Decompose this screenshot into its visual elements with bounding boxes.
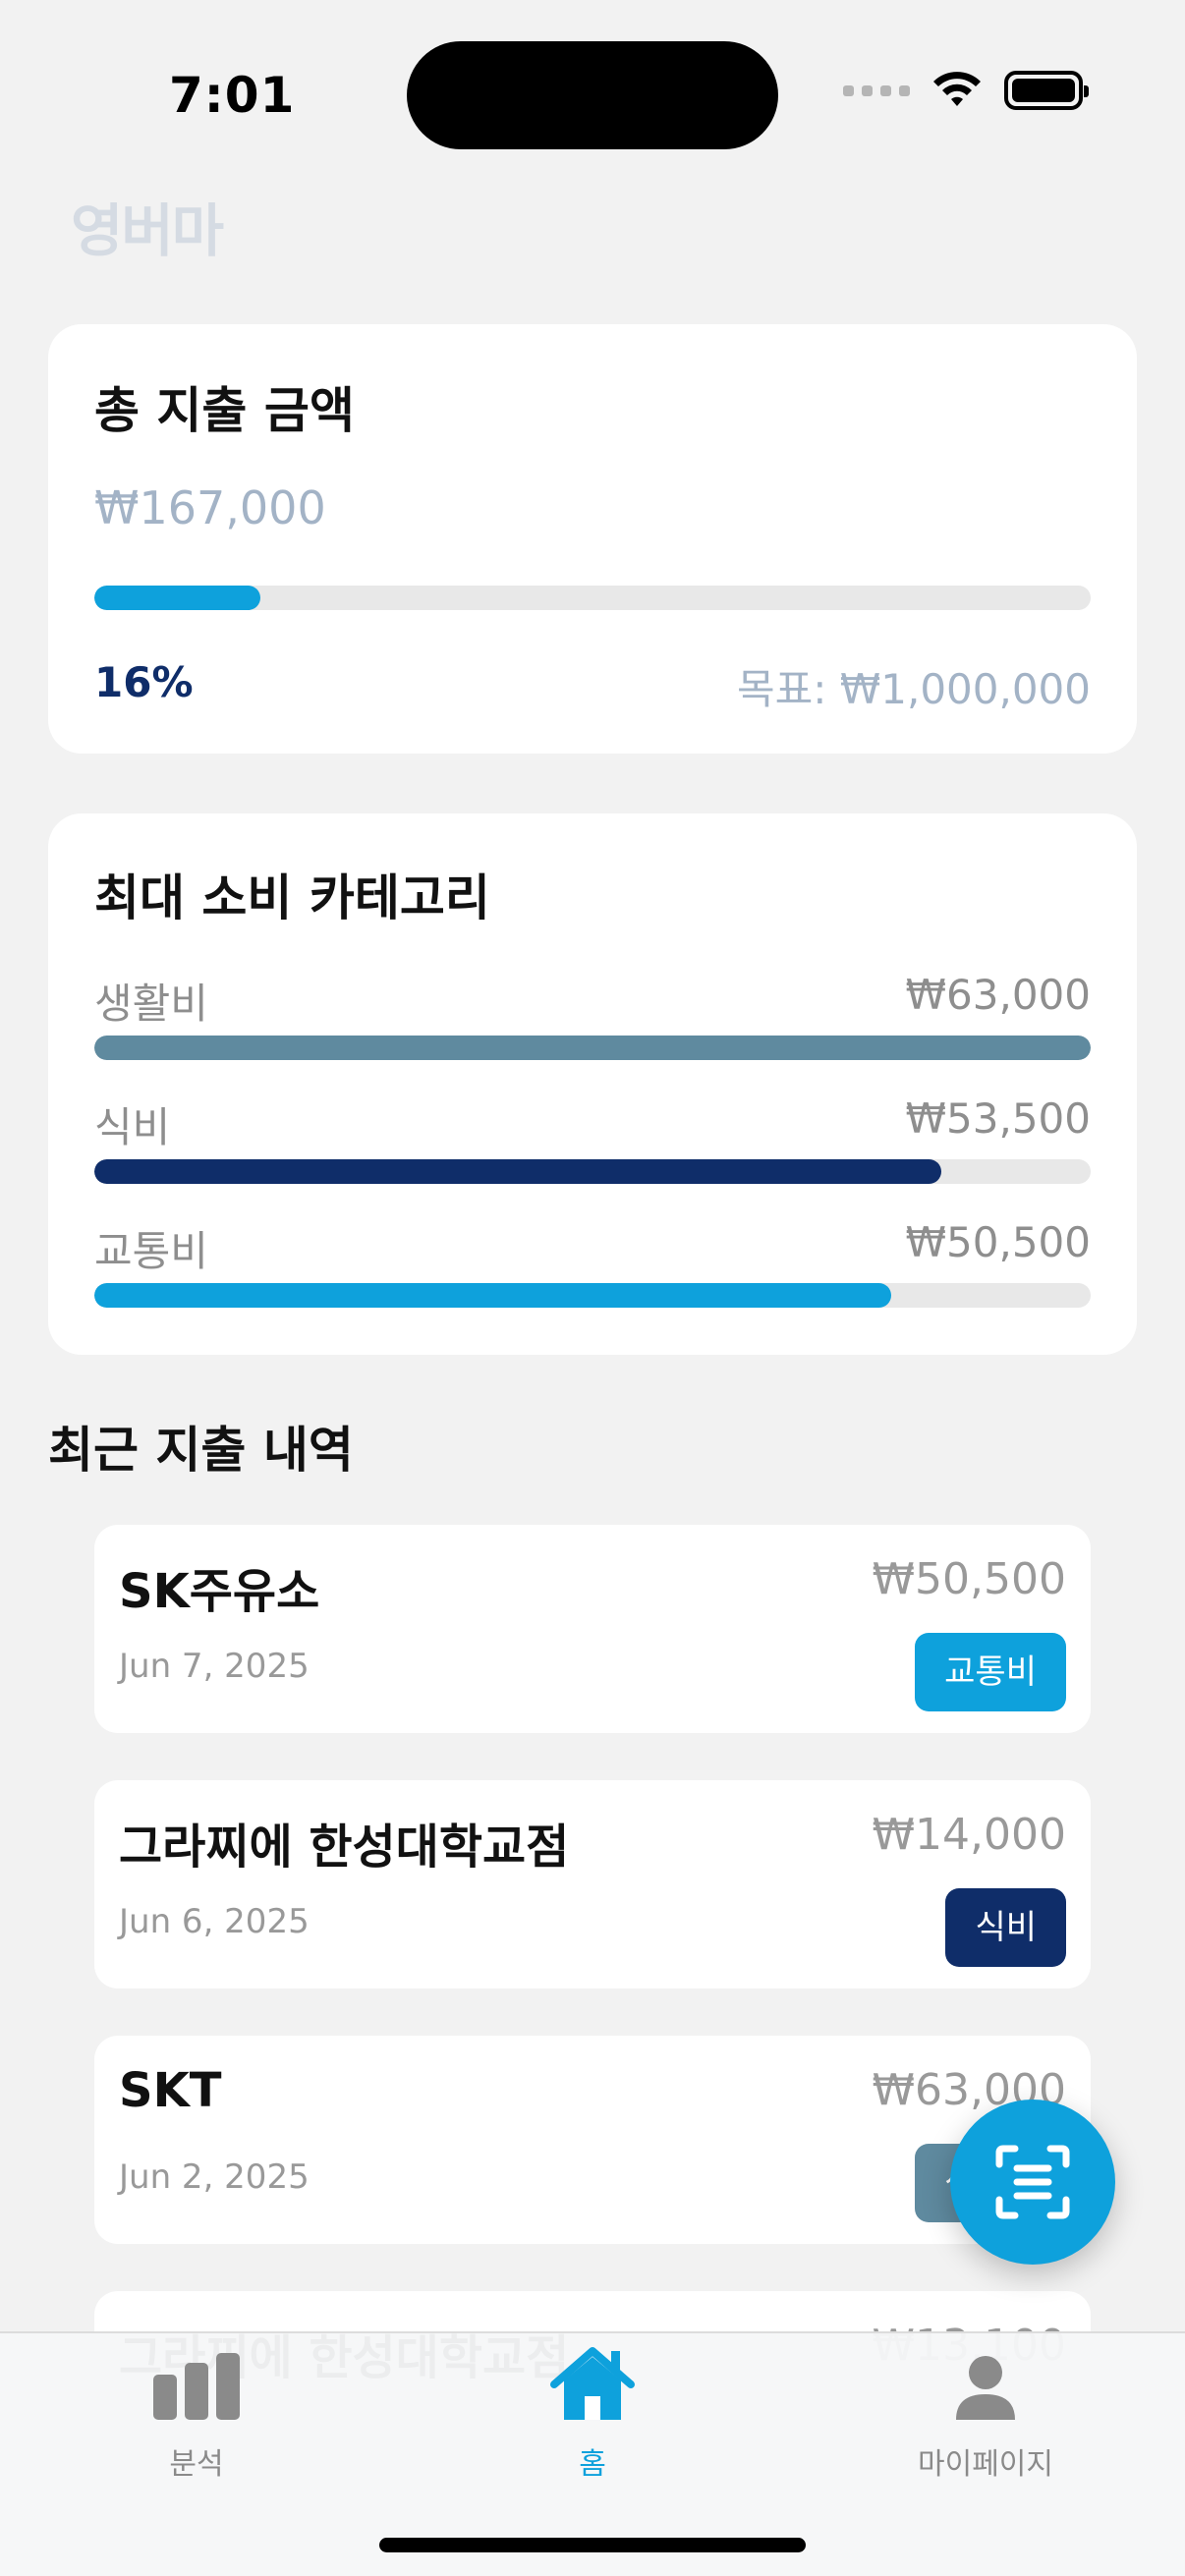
total-spend-card: 총 지출 금액 ₩167,000 16% 목표: ₩1,000,000 [48, 324, 1137, 754]
category-track [94, 1283, 1091, 1308]
transaction-amount: ₩50,500 [872, 1554, 1066, 1604]
total-spend-amount: ₩167,000 [94, 481, 326, 534]
category-bar [94, 1283, 892, 1308]
transaction-amount: ₩14,000 [872, 1810, 1066, 1860]
transaction-name: SK주유소 [119, 1564, 320, 1619]
home-icon [550, 2347, 635, 2420]
category-label: 교통비 [94, 1227, 208, 1275]
transaction-name: SKT [119, 2063, 222, 2118]
total-spend-title: 총 지출 금액 [94, 382, 355, 439]
category-tag: 식비 [945, 1888, 1066, 1967]
transaction-date: Jun 7, 2025 [119, 1647, 310, 1686]
status-icons [843, 71, 1089, 110]
transaction-date: Jun 2, 2025 [119, 2157, 310, 2197]
transaction-name: 그라찌에 한성대학교점 [119, 1820, 570, 1875]
category-track [94, 1159, 1091, 1184]
total-percent: 16% [94, 658, 194, 706]
recent-spend-title: 최근 지출 내역 [48, 1422, 354, 1479]
battery-icon [1004, 71, 1089, 110]
tab-analysis[interactable]: 분석 [49, 2333, 344, 2510]
transaction-item[interactable]: SK주유소 ₩50,500 Jun 7, 2025 교통비 [94, 1525, 1091, 1733]
category-label: 생활비 [94, 980, 208, 1028]
tab-label: 분석 [169, 2447, 224, 2482]
tab-home[interactable]: 홈 [445, 2333, 740, 2510]
category-label: 식비 [94, 1103, 171, 1151]
category-amount: ₩63,000 [905, 971, 1092, 1019]
category-tag: 교통비 [915, 1633, 1066, 1711]
top-category-card: 최대 소비 카테고리 생활비 ₩63,000 식비 ₩53,500 교통비 ₩5… [48, 813, 1137, 1355]
wifi-icon [933, 72, 981, 106]
category-amount: ₩53,500 [905, 1094, 1092, 1143]
screen: 7:01 영버마 총 지출 금액 ₩167,000 16% 목표: ₩1,000… [0, 0, 1185, 2576]
chart-icon [153, 2353, 240, 2420]
tab-label: 마이페이지 [918, 2447, 1053, 2482]
goal-amount: 목표: ₩1,000,000 [736, 665, 1091, 713]
dynamic-island [407, 41, 778, 149]
tab-label: 홈 [579, 2447, 606, 2482]
total-progress-track [94, 586, 1091, 610]
top-category-title: 최대 소비 카테고리 [94, 869, 490, 926]
scan-icon [995, 2145, 1070, 2219]
scan-receipt-button[interactable] [950, 2100, 1115, 2265]
tab-mypage[interactable]: 마이페이지 [838, 2333, 1133, 2510]
category-bar [94, 1036, 1091, 1060]
transaction-item[interactable]: 그라찌에 한성대학교점 ₩14,000 Jun 6, 2025 식비 [94, 1780, 1091, 1988]
category-bar [94, 1159, 941, 1184]
status-time: 7:01 [169, 67, 296, 124]
transaction-date: Jun 6, 2025 [119, 1902, 310, 1941]
home-indicator [379, 2538, 806, 2552]
transaction-item[interactable]: SKT ₩63,000 Jun 2, 2025 생활비 [94, 2036, 1091, 2244]
signal-icon [843, 84, 910, 96]
category-track [94, 1036, 1091, 1060]
person-icon [956, 2356, 1015, 2420]
app-logo: 영버마 [71, 197, 224, 264]
total-progress-bar [94, 586, 261, 610]
category-amount: ₩50,500 [905, 1218, 1092, 1266]
